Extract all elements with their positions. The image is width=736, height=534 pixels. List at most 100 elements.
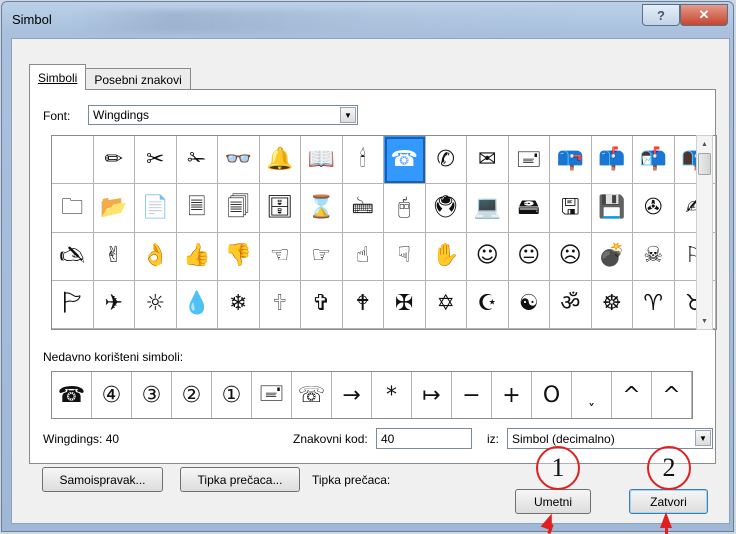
symbol-cell[interactable]: ☝ bbox=[342, 232, 384, 281]
tab-special-characters-label: Posebni znakovi bbox=[94, 73, 182, 87]
symbol-cell[interactable]: 📖 bbox=[301, 136, 343, 185]
symbol-cell[interactable]: ☯ bbox=[508, 280, 550, 329]
symbol-cell[interactable] bbox=[52, 136, 94, 185]
recent-symbol-cell[interactable]: ① bbox=[212, 372, 252, 418]
symbol-cell[interactable]: 🗏 bbox=[176, 184, 218, 233]
recent-symbol-cell[interactable]: ④ bbox=[92, 372, 132, 418]
symbol-cell[interactable]: 🖰 bbox=[384, 184, 426, 233]
recent-symbol-cell[interactable]: ☎ bbox=[52, 372, 92, 418]
font-select[interactable]: Wingdings ▼ bbox=[88, 105, 358, 125]
symbol-cell[interactable]: ✉ bbox=[467, 136, 509, 185]
annotation-arrow-2 bbox=[660, 512, 672, 528]
symbol-cell[interactable]: 💻 bbox=[467, 184, 509, 233]
symbol-cell[interactable]: ☟ bbox=[384, 232, 426, 281]
symbol-cell[interactable]: 💾 bbox=[591, 184, 633, 233]
from-select[interactable]: Simbol (decimalno) ▼ bbox=[507, 428, 713, 449]
symbol-cell[interactable]: 🕆 bbox=[259, 280, 301, 329]
symbol-cell[interactable]: 🕈 bbox=[342, 280, 384, 329]
symbol-cell[interactable]: ❄ bbox=[218, 280, 260, 329]
symbol-cell[interactable]: ✠ bbox=[384, 280, 426, 329]
chevron-down-icon[interactable]: ▼ bbox=[340, 107, 356, 123]
symbol-cell[interactable]: 😐 bbox=[508, 232, 550, 281]
close-button[interactable]: Zatvori bbox=[629, 489, 708, 514]
symbol-cell[interactable]: ☠ bbox=[633, 232, 675, 281]
symbol-cell[interactable]: ॐ bbox=[550, 280, 592, 329]
symbol-cell[interactable]: 🕯 bbox=[342, 136, 384, 185]
font-value: Wingdings bbox=[93, 108, 150, 122]
symbol-cell[interactable]: ⌛ bbox=[301, 184, 343, 233]
symbol-cell[interactable]: 💣 bbox=[591, 232, 633, 281]
symbol-cell[interactable]: 📂 bbox=[93, 184, 135, 233]
symbol-cell[interactable]: ♈ bbox=[633, 280, 675, 329]
symbol-cell[interactable]: 🗐 bbox=[218, 184, 260, 233]
symbol-cell[interactable]: ☸ bbox=[591, 280, 633, 329]
symbol-cell[interactable]: 📄 bbox=[135, 184, 177, 233]
symbol-cell[interactable]: ☼ bbox=[135, 280, 177, 329]
shortcut-key-button[interactable]: Tipka prečaca... bbox=[180, 467, 300, 492]
symbol-cell[interactable]: ✡ bbox=[425, 280, 467, 329]
symbol-cell[interactable]: 🗄 bbox=[259, 184, 301, 233]
recent-symbol-cell[interactable]: ② bbox=[172, 372, 212, 418]
symbol-name: Wingdings: 40 bbox=[43, 432, 120, 446]
symbol-cell[interactable]: 🖴 bbox=[508, 184, 550, 233]
symbol-cell[interactable]: ☺ bbox=[467, 232, 509, 281]
symbol-cell[interactable]: ✁ bbox=[176, 136, 218, 185]
symbol-cell[interactable]: 🖎 bbox=[52, 232, 94, 281]
symbol-cell[interactable]: 👌 bbox=[135, 232, 177, 281]
tab-special-characters[interactable]: Posebni znakovi bbox=[85, 68, 191, 90]
autocorrect-button[interactable]: Samoispravak... bbox=[42, 467, 163, 492]
recent-symbol-cell[interactable]: → bbox=[332, 372, 372, 418]
recent-symbol-cell[interactable]: ^ bbox=[612, 372, 652, 418]
tab-symbols[interactable]: Simboli bbox=[29, 64, 87, 90]
close-icon: ✕ bbox=[698, 7, 710, 22]
symbol-cell[interactable]: 🖃 bbox=[508, 136, 550, 185]
symbol-cell[interactable]: 📬 bbox=[633, 136, 675, 185]
recent-symbol-cell[interactable]: ↦ bbox=[412, 372, 452, 418]
symbol-cell[interactable]: ✌ bbox=[93, 232, 135, 281]
symbol-cell[interactable]: 💧 bbox=[176, 280, 218, 329]
symbol-cell[interactable]: 📫 bbox=[591, 136, 633, 185]
symbol-cell[interactable]: ☎ bbox=[384, 136, 426, 185]
symbol-cell[interactable]: 👓 bbox=[218, 136, 260, 185]
window-title: Simbol bbox=[12, 12, 52, 27]
symbol-cell[interactable]: ✈ bbox=[93, 280, 135, 329]
symbol-cell[interactable]: ✋ bbox=[425, 232, 467, 281]
recent-symbol-cell[interactable]: O bbox=[532, 372, 572, 418]
recent-symbol-cell[interactable]: ˯ bbox=[572, 372, 612, 418]
recent-symbol-cell[interactable]: * bbox=[372, 372, 412, 418]
help-button[interactable]: ? bbox=[642, 4, 680, 26]
recent-symbol-cell[interactable]: − bbox=[452, 372, 492, 418]
symbol-cell[interactable]: 👍 bbox=[176, 232, 218, 281]
character-code-input[interactable]: 40 bbox=[376, 428, 472, 449]
symbol-cell[interactable]: ✆ bbox=[425, 136, 467, 185]
recent-symbol-cell[interactable]: + bbox=[492, 372, 532, 418]
symbol-cell[interactable]: 🔔 bbox=[259, 136, 301, 185]
scroll-up-icon[interactable]: ▲ bbox=[697, 136, 712, 152]
symbol-cell[interactable]: 👎 bbox=[218, 232, 260, 281]
symbol-grid-scrollbar[interactable]: ▲ ▼ bbox=[696, 135, 713, 330]
recent-symbol-cell[interactable]: ③ bbox=[132, 372, 172, 418]
symbol-cell[interactable]: 🖫 bbox=[550, 184, 592, 233]
symbol-cell[interactable]: ☪ bbox=[467, 280, 509, 329]
symbol-cell[interactable]: 🗀 bbox=[52, 184, 94, 233]
symbol-cell[interactable]: 📪 bbox=[550, 136, 592, 185]
window-close-button[interactable]: ✕ bbox=[680, 4, 728, 26]
symbol-cell[interactable]: ☞ bbox=[301, 232, 343, 281]
symbol-cell[interactable]: 🖮 bbox=[342, 184, 384, 233]
scroll-down-icon[interactable]: ▼ bbox=[697, 313, 712, 329]
recent-symbol-cell[interactable]: 🖃 bbox=[252, 372, 292, 418]
symbol-cell[interactable]: ☹ bbox=[550, 232, 592, 281]
chevron-down-icon[interactable]: ▼ bbox=[695, 430, 711, 446]
tab-symbols-label: Simboli bbox=[38, 71, 78, 85]
recent-symbol-cell[interactable]: ☏ bbox=[292, 372, 332, 418]
symbol-cell[interactable]: 🏱 bbox=[52, 280, 94, 329]
recent-symbol-cell[interactable]: ^ bbox=[652, 372, 692, 418]
symbol-cell[interactable]: 🖲 bbox=[425, 184, 467, 233]
symbol-cell[interactable]: ✏ bbox=[93, 136, 135, 185]
symbol-cell[interactable]: ✞ bbox=[301, 280, 343, 329]
symbol-cell[interactable]: ☜ bbox=[259, 232, 301, 281]
scroll-thumb[interactable] bbox=[698, 153, 711, 175]
insert-button[interactable]: Umetni bbox=[515, 489, 591, 514]
symbol-cell[interactable]: ✇ bbox=[633, 184, 675, 233]
symbol-cell[interactable]: ✂ bbox=[135, 136, 177, 185]
